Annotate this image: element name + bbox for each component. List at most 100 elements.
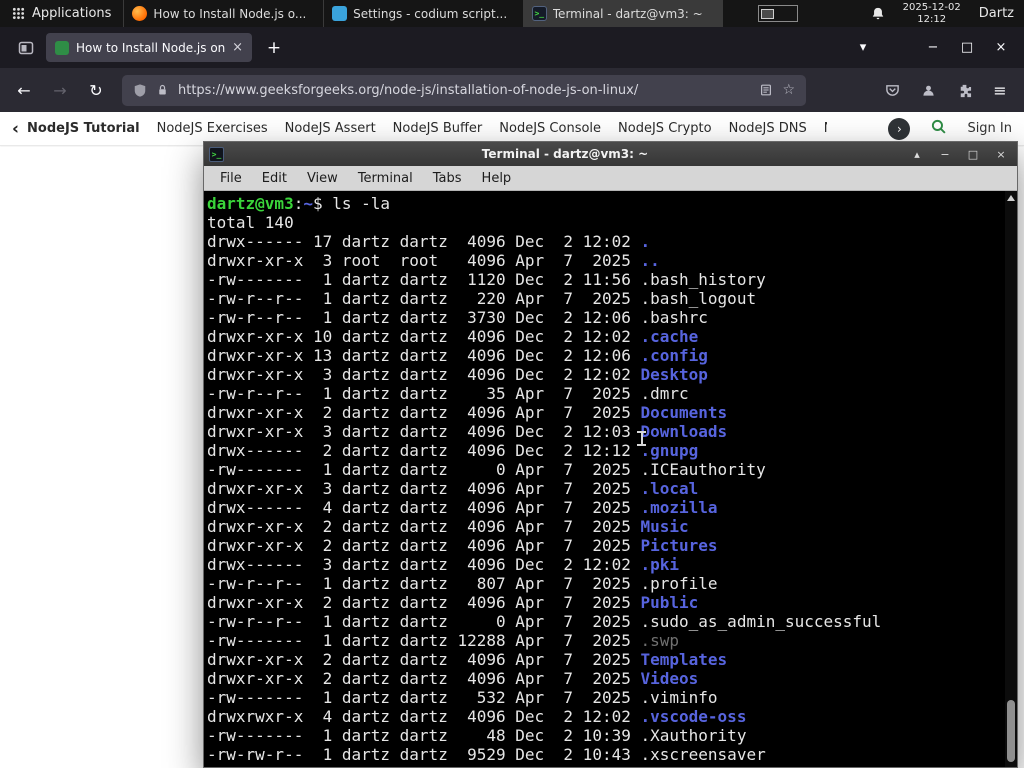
- gfg-sign-in-button[interactable]: Sign In: [967, 121, 1012, 136]
- tracking-protection-shield-icon[interactable]: [133, 83, 147, 98]
- file-name: Downloads: [640, 422, 728, 441]
- file-name: .xscreensaver: [640, 745, 766, 764]
- url-bar[interactable]: https://www.geeksforgeeks.org/node-js/in…: [122, 74, 806, 106]
- prompt-separator: :: [293, 194, 304, 213]
- system-tray: 2025-12-02 12:12 Dartz: [757, 0, 1024, 27]
- terminal-line: drwx------ 3 dartz dartz 4096 Dec 2 12:0…: [207, 555, 1017, 574]
- terminal-menu-edit[interactable]: Edit: [252, 171, 297, 186]
- reader-mode-icon[interactable]: [759, 83, 773, 97]
- file-name: .bash_logout: [640, 289, 757, 308]
- terminal-menu-view[interactable]: View: [297, 171, 348, 186]
- taskbar-button[interactable]: >_ Terminal - dartz@vm3: ~: [522, 0, 724, 27]
- terminal-titlebar[interactable]: >_ Terminal - dartz@vm3: ~ ▴ − □ ×: [204, 142, 1017, 166]
- window-maximize-button[interactable]: □: [950, 34, 984, 62]
- scrollbar-thumb[interactable]: [1007, 700, 1015, 762]
- file-name: ..: [640, 251, 660, 270]
- workspace-window-thumbnail: [760, 8, 774, 19]
- window-minimize-button[interactable]: −: [916, 34, 950, 62]
- window-close-button[interactable]: ×: [984, 34, 1018, 62]
- terminal-line: drwxr-xr-x 10 dartz dartz 4096 Dec 2 12:…: [207, 327, 1017, 346]
- list-all-tabs-chevron-icon[interactable]: ▾: [848, 40, 878, 55]
- terminal-shade-button[interactable]: ▴: [906, 144, 928, 164]
- terminal-menu-help[interactable]: Help: [472, 171, 522, 186]
- back-button[interactable]: ←: [8, 75, 40, 105]
- gfg-scroll-right-chevron-icon[interactable]: ›: [888, 117, 911, 140]
- file-meta: drwx------ 4 dartz dartz 4096 Apr 7 2025: [207, 498, 641, 517]
- gfg-nav-link[interactable]: NodeJS Exercises: [157, 121, 268, 136]
- terminal-line: drwxr-xr-x 2 dartz dartz 4096 Apr 7 2025…: [207, 517, 1017, 536]
- terminal-line: drwxr-xr-x 3 root root 4096 Apr 7 2025 .…: [207, 251, 1017, 270]
- reload-button[interactable]: ↻: [80, 75, 112, 105]
- scrollbar-up-arrow-icon[interactable]: [1007, 195, 1015, 201]
- lock-icon[interactable]: [156, 83, 169, 97]
- file-name: .cache: [640, 327, 699, 346]
- gfg-nav-link[interactable]: NodeJS DNS: [729, 121, 807, 136]
- file-name: .vscode-oss: [640, 707, 747, 726]
- gfg-search-icon[interactable]: [930, 118, 947, 139]
- gfg-nav-link[interactable]: NodeJS Buffer: [393, 121, 483, 136]
- file-meta: drwxr-xr-x 13 dartz dartz 4096 Dec 2 12:…: [207, 346, 641, 365]
- terminal-menu-file[interactable]: File: [210, 171, 252, 186]
- gfg-nav-link[interactable]: Node: [824, 121, 827, 136]
- terminal-close-button[interactable]: ×: [990, 144, 1012, 164]
- terminal-line: drwxr-xr-x 2 dartz dartz 4096 Apr 7 2025…: [207, 403, 1017, 422]
- terminal-minimize-button[interactable]: −: [934, 144, 956, 164]
- bookmark-star-icon[interactable]: ☆: [782, 82, 795, 98]
- gfg-nav-link[interactable]: NodeJS Crypto: [618, 121, 712, 136]
- file-meta: drwx------ 3 dartz dartz 4096 Dec 2 12:0…: [207, 555, 641, 574]
- terminal-total-line: total 140: [207, 213, 294, 232]
- terminal-maximize-button[interactable]: □: [962, 144, 984, 164]
- terminal-line: drwx------ 4 dartz dartz 4096 Apr 7 2025…: [207, 498, 1017, 517]
- gfg-nav-link[interactable]: NodeJS Assert: [285, 121, 376, 136]
- file-meta: drwx------ 2 dartz dartz 4096 Dec 2 12:1…: [207, 441, 641, 460]
- file-name: Desktop: [640, 365, 708, 384]
- panel-clock[interactable]: 2025-12-02 12:12: [903, 2, 961, 26]
- tab-favicon: [55, 40, 69, 55]
- workspace-switcher[interactable]: [757, 5, 798, 22]
- terminal-icon: >_: [531, 6, 547, 21]
- terminal-body[interactable]: dartz@vm3:~$ ls -la total 140 drwx------ 1…: [204, 191, 1017, 767]
- file-meta: drwxr-xr-x 3 dartz dartz 4096 Apr 7 2025: [207, 479, 641, 498]
- terminal-line: drwxr-xr-x 2 dartz dartz 4096 Apr 7 2025…: [207, 593, 1017, 612]
- prompt-path: ~: [303, 194, 313, 213]
- terminal-menu-tabs[interactable]: Tabs: [423, 171, 472, 186]
- hamburger-menu-icon[interactable]: ≡: [984, 75, 1016, 105]
- terminal-menu-terminal[interactable]: Terminal: [348, 171, 423, 186]
- gfg-nav-link[interactable]: NodeJS Tutorial: [27, 121, 140, 136]
- taskbar-button-label: Terminal - dartz@vm3: ~: [552, 6, 703, 21]
- applications-menu-button[interactable]: Applications: [0, 0, 123, 27]
- panel-clock-date: 2025-12-02: [902, 1, 961, 13]
- account-icon[interactable]: [912, 75, 944, 105]
- taskbar-button[interactable]: Settings - codium script...: [323, 0, 523, 27]
- pocket-icon[interactable]: [876, 75, 908, 105]
- tab-close-icon[interactable]: ×: [232, 40, 243, 55]
- panel-clock-time: 12:12: [917, 13, 947, 25]
- file-meta: -rw------- 1 dartz dartz 0 Apr 7 2025: [207, 460, 641, 479]
- file-name: Pictures: [640, 536, 718, 555]
- extensions-puzzle-icon[interactable]: [948, 75, 980, 105]
- notifications-bell-icon[interactable]: [871, 6, 885, 21]
- prompt-command: ls -la: [332, 194, 391, 213]
- gfg-nav-link[interactable]: NodeJS Console: [499, 121, 601, 136]
- file-name: .bash_history: [640, 270, 766, 289]
- browser-tab-active[interactable]: How to Install Node.js on ×: [46, 33, 252, 62]
- terminal-prompt-line: dartz@vm3:~$ ls -la: [207, 194, 1017, 213]
- gfg-scroll-left-chevron-icon[interactable]: ‹: [12, 119, 19, 139]
- terminal-scrollbar[interactable]: [1005, 191, 1017, 767]
- terminal-line: drwxr-xr-x 3 dartz dartz 4096 Dec 2 12:0…: [207, 422, 1017, 441]
- forward-button[interactable]: →: [44, 75, 76, 105]
- new-tab-button[interactable]: +: [260, 35, 288, 61]
- applications-menu-label: Applications: [32, 6, 112, 21]
- file-meta: drwxrwxr-x 4 dartz dartz 4096 Dec 2 12:0…: [207, 707, 641, 726]
- file-name: .local: [640, 479, 699, 498]
- taskbar-button[interactable]: How to Install Node.js o...: [123, 0, 323, 27]
- terminal-title: Terminal - dartz@vm3: ~: [481, 147, 649, 161]
- mouse-text-cursor: [637, 431, 646, 448]
- tab-title: How to Install Node.js on: [76, 40, 226, 55]
- firefox-view-icon[interactable]: [12, 35, 40, 61]
- file-meta: drwxr-xr-x 3 dartz dartz 4096 Dec 2 12:0…: [207, 365, 641, 384]
- file-meta: drwxr-xr-x 10 dartz dartz 4096 Dec 2 12:…: [207, 327, 641, 346]
- browser-navigation-toolbar: ← → ↻ https://www.geeksforgeeks.org/node…: [0, 68, 1024, 112]
- file-name: .dmrc: [640, 384, 689, 403]
- file-meta: drwxr-xr-x 2 dartz dartz 4096 Apr 7 2025: [207, 403, 641, 422]
